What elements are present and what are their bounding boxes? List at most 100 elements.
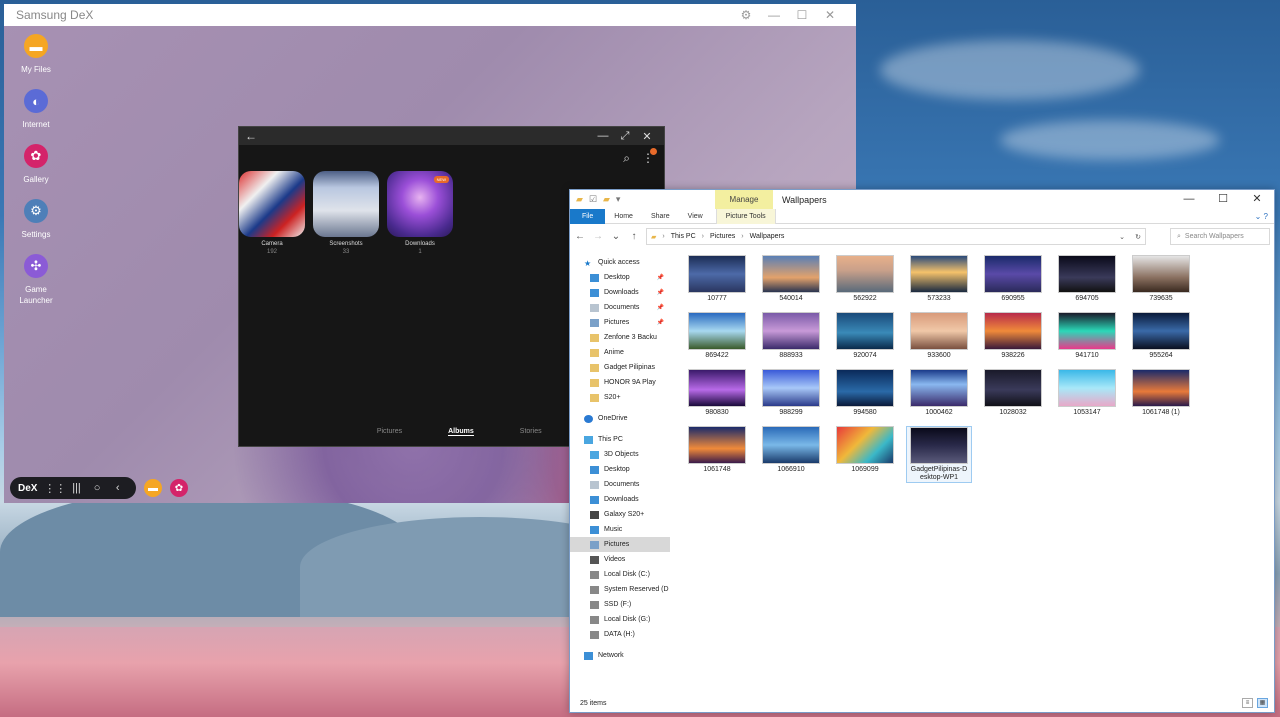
image-thumbnail[interactable] bbox=[910, 369, 968, 407]
image-thumbnail[interactable] bbox=[762, 312, 820, 350]
breadcrumb-item[interactable]: Pictures bbox=[710, 233, 735, 240]
file-item[interactable]: 994580 bbox=[828, 369, 902, 426]
settings-icon[interactable]: ⚙ bbox=[24, 199, 48, 223]
file-item[interactable]: 988299 bbox=[754, 369, 828, 426]
help-icon[interactable]: ? bbox=[1264, 212, 1268, 221]
album-item[interactable]: NEW Downloads 1 bbox=[387, 171, 453, 255]
album-item[interactable]: Camera 192 bbox=[239, 171, 305, 255]
nav-item[interactable]: This PC bbox=[570, 432, 670, 447]
album-thumbnail[interactable]: NEW bbox=[387, 171, 453, 237]
new-folder-icon[interactable]: ▰ bbox=[603, 194, 610, 205]
maximize-icon[interactable]: ☐ bbox=[1206, 190, 1240, 209]
file-item[interactable]: 1061748 bbox=[680, 426, 754, 483]
dex-app-shortcut[interactable]: ▬ My Files bbox=[10, 34, 62, 75]
file-item[interactable]: 980830 bbox=[680, 369, 754, 426]
dex-app-shortcut[interactable]: ⚙ Settings bbox=[10, 199, 62, 240]
tab-albums[interactable]: Albums bbox=[448, 428, 474, 436]
file-item[interactable]: GadgetPilipinas-Desktop-WP1 bbox=[906, 426, 972, 483]
image-thumbnail[interactable] bbox=[762, 255, 820, 293]
file-item[interactable]: 690955 bbox=[976, 255, 1050, 312]
file-item[interactable]: 1069099 bbox=[828, 426, 902, 483]
file-item[interactable]: 888933 bbox=[754, 312, 828, 369]
nav-item[interactable]: SSD (F:) bbox=[570, 597, 670, 612]
file-item[interactable]: 1061748 (1) bbox=[1124, 369, 1198, 426]
file-item[interactable]: 941710 bbox=[1050, 312, 1124, 369]
game-launcher-icon[interactable]: ✣ bbox=[24, 254, 48, 278]
details-view-icon[interactable]: ≡ bbox=[1242, 698, 1253, 708]
nav-item[interactable]: ★ Quick access bbox=[570, 255, 670, 270]
file-item[interactable]: 1053147 bbox=[1050, 369, 1124, 426]
maximize-icon[interactable]: ⤢ bbox=[614, 130, 636, 143]
refresh-icon[interactable]: ↻ bbox=[1135, 233, 1141, 241]
nav-item[interactable]: System Reserved (D bbox=[570, 582, 670, 597]
nav-item[interactable]: DATA (H:) bbox=[570, 627, 670, 642]
image-thumbnail[interactable] bbox=[688, 255, 746, 293]
file-item[interactable]: 1028032 bbox=[976, 369, 1050, 426]
nav-item[interactable]: Pictures 📌 bbox=[570, 315, 670, 330]
folder-icon[interactable]: ▬ bbox=[24, 34, 48, 58]
image-thumbnail[interactable] bbox=[688, 426, 746, 464]
close-icon[interactable]: ✕ bbox=[1240, 190, 1274, 209]
search-icon[interactable]: ⌕ bbox=[623, 151, 630, 166]
close-icon[interactable]: ✕ bbox=[636, 130, 658, 143]
ribbon-tab-picture-tools[interactable]: Picture Tools bbox=[715, 208, 776, 224]
manage-context-tab[interactable]: Manage bbox=[715, 190, 773, 209]
more-options-icon[interactable]: ⋮ bbox=[642, 148, 657, 165]
tab-pictures[interactable]: Pictures bbox=[377, 428, 402, 436]
file-item[interactable]: 920074 bbox=[828, 312, 902, 369]
nav-item[interactable]: Anime bbox=[570, 345, 670, 360]
image-thumbnail[interactable] bbox=[1132, 369, 1190, 407]
nav-item[interactable]: OneDrive bbox=[570, 411, 670, 426]
properties-icon[interactable]: ☑ bbox=[589, 194, 597, 205]
breadcrumb-separator[interactable]: › bbox=[702, 233, 704, 240]
image-thumbnail[interactable] bbox=[1058, 369, 1116, 407]
nav-item[interactable]: Videos bbox=[570, 552, 670, 567]
minimize-icon[interactable]: — bbox=[1172, 190, 1206, 209]
taskbar-gallery-icon[interactable]: ✿ bbox=[170, 479, 188, 497]
breadcrumb-item[interactable]: Wallpapers bbox=[750, 233, 785, 240]
image-thumbnail[interactable] bbox=[1058, 255, 1116, 293]
nav-item[interactable]: Music bbox=[570, 522, 670, 537]
album-thumbnail[interactable] bbox=[313, 171, 379, 237]
ribbon-tab-file[interactable]: File bbox=[570, 208, 606, 224]
dex-app-shortcut[interactable]: ✣ Game Launcher bbox=[10, 254, 62, 306]
folder-icon[interactable]: ▰ bbox=[576, 194, 583, 205]
nav-item[interactable]: Gadget Pilipinas bbox=[570, 360, 670, 375]
image-thumbnail[interactable] bbox=[762, 369, 820, 407]
nav-item[interactable]: Galaxy S20+ bbox=[570, 507, 670, 522]
nav-item[interactable]: 3D Objects bbox=[570, 447, 670, 462]
file-item[interactable]: 573233 bbox=[902, 255, 976, 312]
image-thumbnail[interactable] bbox=[984, 255, 1042, 293]
file-item[interactable]: 869422 bbox=[680, 312, 754, 369]
image-thumbnail[interactable] bbox=[984, 369, 1042, 407]
back-arrow-icon[interactable]: ← bbox=[245, 129, 257, 143]
image-thumbnail[interactable] bbox=[688, 312, 746, 350]
settings-icon[interactable]: ⚙ bbox=[732, 8, 760, 22]
image-thumbnail[interactable] bbox=[910, 312, 968, 350]
taskbar-my-files-icon[interactable]: ▬ bbox=[144, 479, 162, 497]
forward-arrow-icon[interactable]: → bbox=[592, 231, 604, 242]
recent-locations-icon[interactable]: ⌄ bbox=[610, 231, 622, 242]
ribbon-tab-home[interactable]: Home bbox=[605, 209, 642, 224]
image-thumbnail[interactable] bbox=[984, 312, 1042, 350]
image-thumbnail[interactable] bbox=[836, 312, 894, 350]
image-thumbnail[interactable] bbox=[910, 255, 968, 293]
file-item[interactable]: 933600 bbox=[902, 312, 976, 369]
recents-icon[interactable]: ||| bbox=[66, 482, 87, 494]
dex-app-shortcut[interactable]: ✿ Gallery bbox=[10, 144, 62, 185]
nav-item[interactable]: Downloads 📌 bbox=[570, 285, 670, 300]
up-arrow-icon[interactable]: ↑ bbox=[628, 231, 640, 242]
file-item[interactable]: 938226 bbox=[976, 312, 1050, 369]
image-thumbnail[interactable] bbox=[836, 255, 894, 293]
gallery-icon[interactable]: ✿ bbox=[24, 144, 48, 168]
nav-item[interactable]: Downloads bbox=[570, 492, 670, 507]
close-icon[interactable]: ✕ bbox=[816, 8, 844, 22]
customize-qat-icon[interactable]: ▾ bbox=[616, 194, 621, 205]
image-thumbnail[interactable] bbox=[836, 426, 894, 464]
image-thumbnail[interactable] bbox=[762, 426, 820, 464]
file-item[interactable]: 10777 bbox=[680, 255, 754, 312]
back-arrow-icon[interactable]: ← bbox=[574, 231, 586, 242]
file-item[interactable]: 562922 bbox=[828, 255, 902, 312]
breadcrumb-item[interactable]: This PC bbox=[671, 233, 696, 240]
minimize-icon[interactable]: — bbox=[592, 130, 614, 142]
